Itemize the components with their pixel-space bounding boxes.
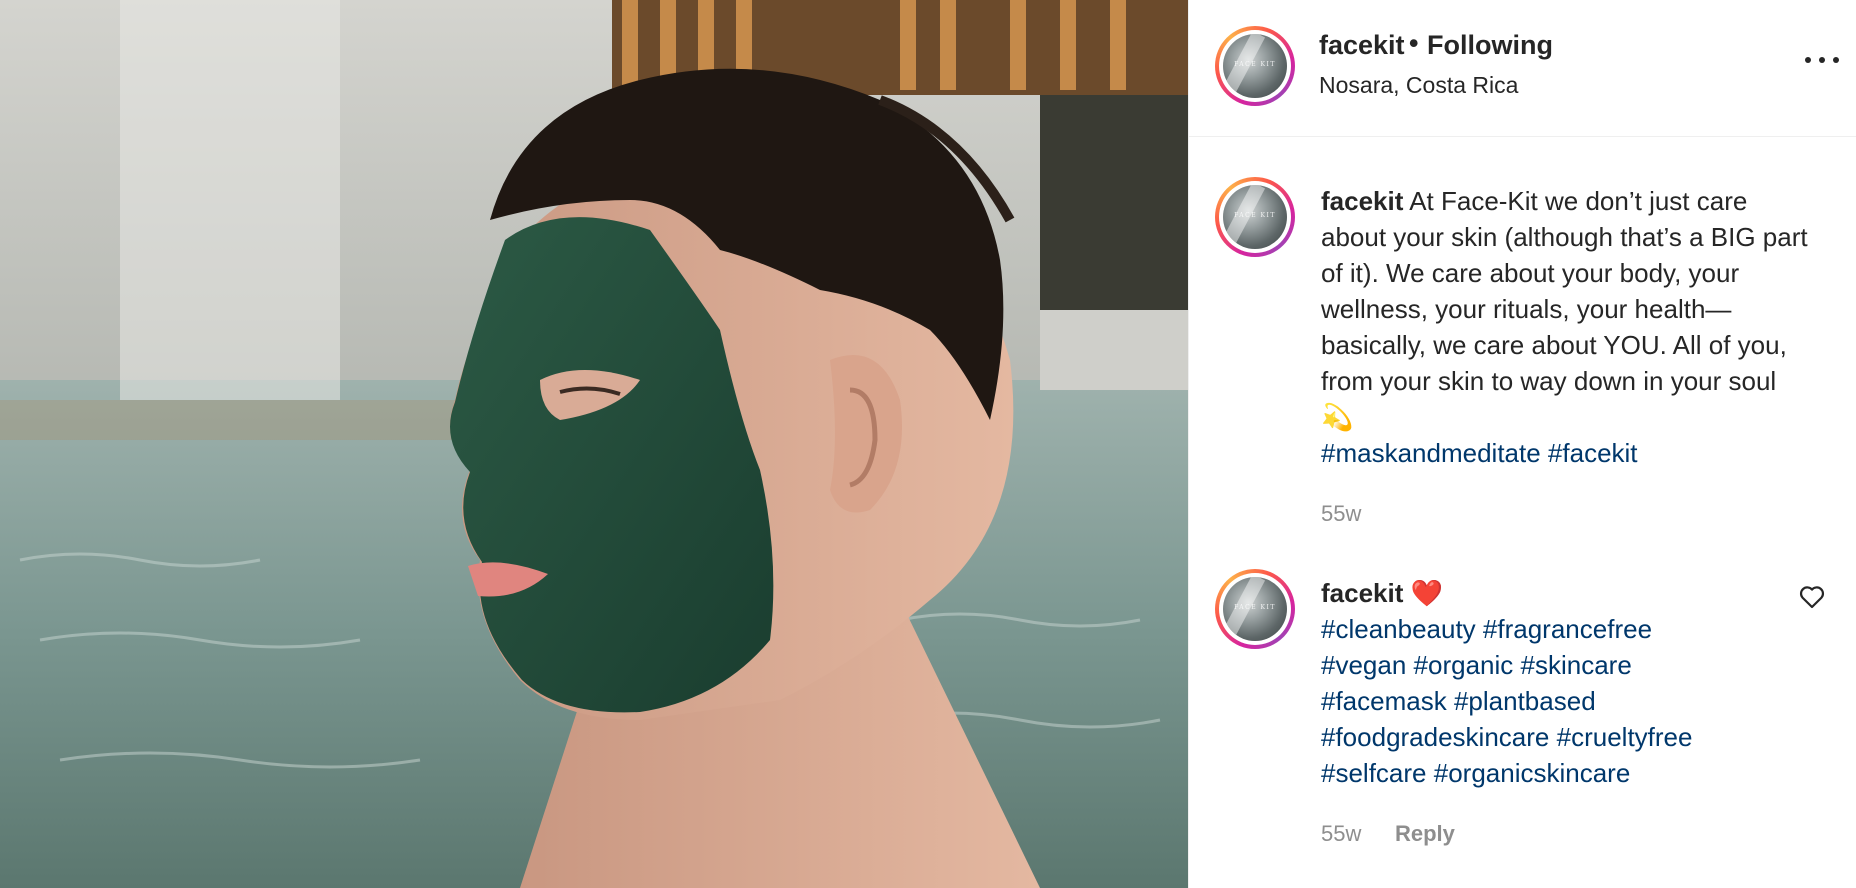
hashtag-link[interactable]: #vegan <box>1321 650 1406 680</box>
avatar-logo: FACE KIT <box>1234 61 1276 68</box>
hashtag-link[interactable]: #skincare <box>1521 650 1632 680</box>
hashtag-link[interactable]: #organicskincare <box>1434 758 1631 788</box>
heart-emoji: ❤️ <box>1410 578 1443 608</box>
hashtag-link[interactable]: #maskandmeditate <box>1321 438 1541 468</box>
caption-avatar[interactable]: FACE KIT <box>1215 177 1295 257</box>
post-photo[interactable] <box>0 0 1188 888</box>
caption-username-link[interactable]: facekit <box>1321 186 1403 216</box>
comment-avatar[interactable]: FACE KIT <box>1215 569 1295 649</box>
hashtag-link[interactable]: #selfcare <box>1321 758 1427 788</box>
following-button[interactable]: Following <box>1427 30 1553 61</box>
post-photo-illustration <box>0 0 1188 888</box>
hashtag-link[interactable]: #foodgradeskincare <box>1321 722 1549 752</box>
caption-age[interactable]: 55w <box>1321 501 1361 527</box>
username-link[interactable]: facekit <box>1319 30 1405 61</box>
reply-button[interactable]: Reply <box>1395 821 1455 847</box>
hashtag-link[interactable]: #organic <box>1414 650 1514 680</box>
hashtag-link[interactable]: #plantbased <box>1454 686 1596 716</box>
profile-avatar[interactable]: FACE KIT <box>1215 26 1295 106</box>
hashtag-link[interactable]: #facekit <box>1548 438 1638 468</box>
location-link[interactable]: Nosara, Costa Rica <box>1319 72 1518 99</box>
caption-body: At Face-Kit we don’t just care about you… <box>1321 186 1808 432</box>
comment-username-link[interactable]: facekit <box>1321 578 1403 608</box>
hashtag-link[interactable]: #cleanbeauty <box>1321 614 1476 644</box>
hashtag-link[interactable]: #facemask <box>1321 686 1447 716</box>
hashtag-link[interactable]: #fragrancefree <box>1483 614 1652 644</box>
heart-outline-icon[interactable] <box>1799 585 1825 609</box>
post-side-panel: FACE KIT facekit • Following Nosara, Cos… <box>1188 0 1856 888</box>
hashtag-link[interactable]: #crueltyfree <box>1557 722 1693 752</box>
comment-text: facekit ❤️ #cleanbeauty #fragrancefree #… <box>1321 575 1811 791</box>
separator-bullet: • <box>1409 28 1419 58</box>
caption-text: facekit At Face-Kit we don’t just care a… <box>1321 183 1811 471</box>
more-options-icon[interactable] <box>1805 52 1839 64</box>
post-header: FACE KIT facekit • Following Nosara, Cos… <box>1189 0 1856 137</box>
comment-age[interactable]: 55w <box>1321 821 1361 847</box>
